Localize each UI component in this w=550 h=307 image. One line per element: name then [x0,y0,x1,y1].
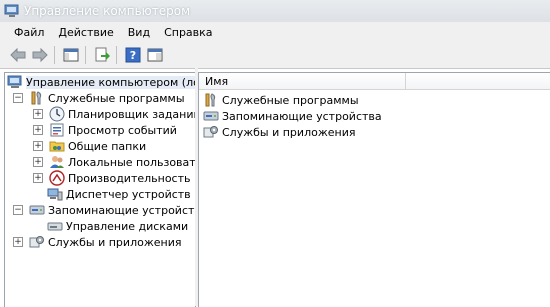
tree-label: Диспетчер устройств [66,187,191,201]
tree-item-local-users[interactable]: + Локальные пользовател [33,154,196,170]
export-icon [95,47,110,62]
toolbar: ? [0,42,550,69]
services-icon [203,124,219,140]
storage-icon [203,108,219,124]
tree-label: Общие папки [68,139,147,153]
toolbar-separator [85,46,86,64]
performance-icon [49,170,65,186]
tree-item-system-tools[interactable]: − Служебные программы [13,90,185,106]
show-tree-icon [63,48,79,62]
expand-toggle[interactable]: + [33,125,43,135]
list-item[interactable]: Служебные программы [203,92,359,108]
tree-root[interactable]: Управление компьютером (лока [7,74,195,90]
shared-folder-icon [49,138,65,154]
tree-item-task-scheduler[interactable]: + Планировщик заданий [33,106,196,122]
back-button[interactable] [8,45,28,65]
tree-label: Служебные программы [48,91,185,105]
tree-item-performance[interactable]: + Производительность [33,170,191,186]
help-button[interactable]: ? [123,45,143,65]
list-item[interactable]: Службы и приложения [203,124,355,140]
expand-toggle[interactable]: + [33,157,43,167]
properties-icon [147,48,163,62]
tools-icon [29,90,45,106]
tree-pane: Управление компьютером (лока − Служебные… [4,72,196,307]
toolbar-separator [54,46,55,64]
column-header-name-label: Имя [205,74,229,88]
toolbar-separator [116,46,117,64]
computer-management-icon [4,4,20,18]
tree-label: Управление дисками [66,219,189,233]
menu-help[interactable]: Справка [157,26,219,39]
list-item-label: Запоминающие устройства [222,109,382,123]
menu-action[interactable]: Действие [51,26,120,39]
back-icon [10,48,26,62]
list-item-label: Службы и приложения [222,125,356,139]
tree-label: Службы и приложения [48,235,182,249]
clock-icon [49,106,65,122]
event-viewer-icon [49,122,65,138]
details-pane: Имя Служебные программы Запоминающие уст… [198,72,550,307]
menu-file[interactable]: Файл [0,26,51,39]
help-icon: ? [125,47,141,63]
tools-icon [203,92,219,108]
tree-root-label: Управление компьютером (лока [26,75,195,89]
expand-toggle[interactable]: + [33,141,43,151]
tree-item-device-manager[interactable]: Диспетчер устройств [47,186,191,202]
expand-toggle[interactable]: + [33,109,43,119]
users-icon [49,154,65,170]
device-manager-icon [47,186,63,202]
tree-item-disk-management[interactable]: Управление дисками [47,218,188,234]
forward-icon [32,48,48,62]
forward-button[interactable] [30,45,50,65]
window-title: Управление компьютером [24,4,191,18]
tree-label: Планировщик заданий [68,107,196,121]
column-header: Имя [199,73,550,90]
menu-bar: Файл Действие Вид Справка [0,22,550,42]
show-tree-button[interactable] [61,45,81,65]
computer-management-icon [7,74,23,90]
tree-item-shared-folders[interactable]: + Общие папки [33,138,146,154]
expand-toggle[interactable]: + [33,173,43,183]
services-icon [29,234,45,250]
collapse-toggle[interactable]: − [13,205,23,215]
disk-management-icon [47,218,63,234]
tree-label: Локальные пользовател [68,155,196,169]
properties-button[interactable] [145,45,165,65]
list-item[interactable]: Запоминающие устройства [203,108,382,124]
collapse-toggle[interactable]: − [13,93,23,103]
menu-view[interactable]: Вид [121,26,157,39]
tree-label: Запоминающие устройства [48,203,196,217]
tree-label: Просмотр событий [68,123,177,137]
svg-text:?: ? [130,49,136,62]
tree-item-services[interactable]: + Службы и приложения [13,234,181,250]
tree-label: Производительность [68,171,191,185]
list-item-label: Служебные программы [222,93,359,107]
title-bar: Управление компьютером [0,0,550,23]
storage-icon [29,202,45,218]
tree-item-storage[interactable]: − Запоминающие устройства [13,202,196,218]
expand-toggle[interactable]: + [13,237,23,247]
tree-item-event-viewer[interactable]: + Просмотр событий [33,122,177,138]
column-header-name[interactable]: Имя [199,73,406,89]
export-button[interactable] [92,45,112,65]
